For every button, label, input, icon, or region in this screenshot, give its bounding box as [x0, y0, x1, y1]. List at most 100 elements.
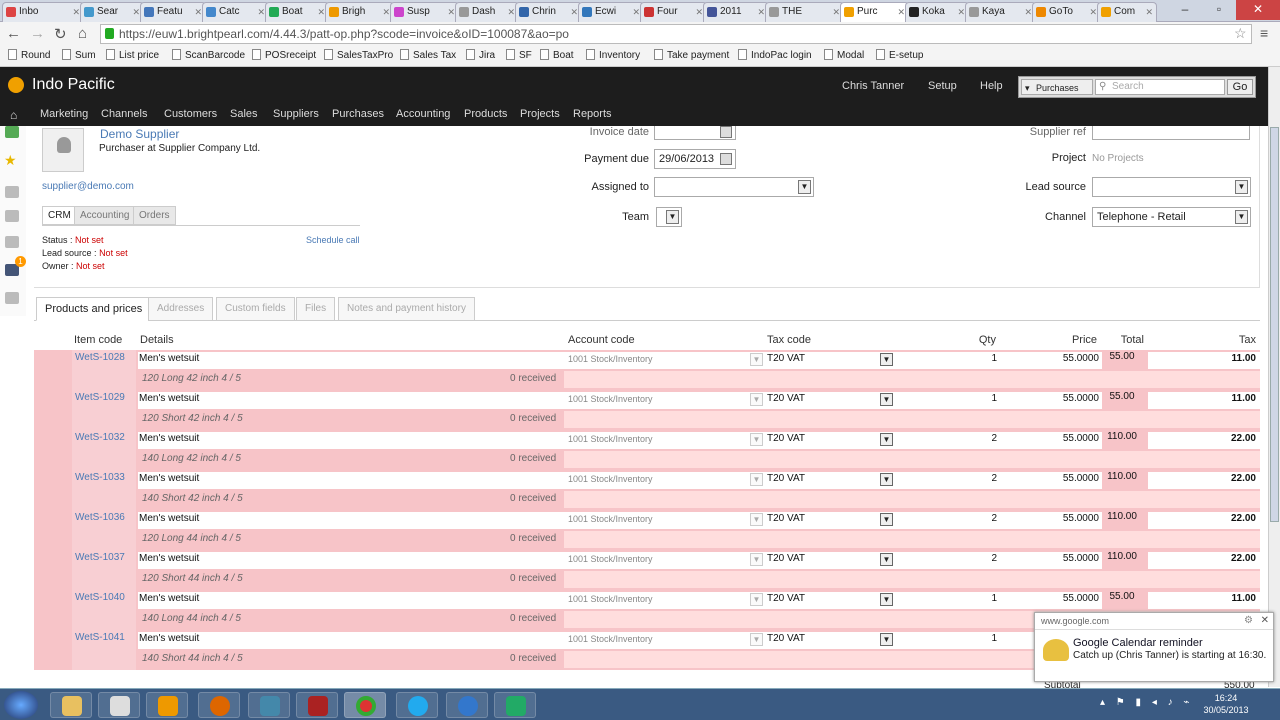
tab-close-icon[interactable]: ✕: [957, 3, 965, 21]
tab-close-icon[interactable]: ✕: [695, 3, 703, 21]
browser-tab[interactable]: Featu ✕: [140, 2, 206, 22]
tab-close-icon[interactable]: ✕: [382, 3, 390, 21]
qty-input[interactable]: 2: [898, 473, 997, 484]
setup-link[interactable]: Setup: [928, 80, 957, 92]
bookmark-star-icon[interactable]: ☆: [1234, 25, 1247, 42]
search-scope-select[interactable]: Purchases: [1021, 79, 1093, 96]
qty-input[interactable]: 1: [898, 633, 997, 644]
star-icon[interactable]: ★: [4, 152, 17, 169]
chevron-down-icon[interactable]: ▼: [750, 513, 763, 526]
price-input[interactable]: 55.0000: [1000, 393, 1099, 404]
taskbar-media[interactable]: [146, 692, 188, 718]
item-code-link[interactable]: WetS-1028: [75, 352, 125, 363]
tab-files[interactable]: Files: [296, 297, 336, 321]
chevron-down-icon[interactable]: ▼: [750, 433, 763, 446]
qty-input[interactable]: 2: [898, 513, 997, 524]
chevron-down-icon[interactable]: ▼: [880, 513, 893, 526]
taskbar-chrome[interactable]: [344, 692, 386, 718]
price-input[interactable]: 55.0000: [1000, 473, 1099, 484]
chevron-down-icon[interactable]: ▼: [880, 393, 893, 406]
tab-close-icon[interactable]: ✕: [570, 3, 578, 21]
account-code-select[interactable]: 1001 Stock/Inventory: [568, 474, 653, 484]
tax-code-select[interactable]: T20 VAT: [767, 473, 805, 484]
chevron-down-icon[interactable]: ▼: [750, 473, 763, 486]
bookmark-item[interactable]: Jira: [466, 49, 495, 61]
tab-close-icon[interactable]: ✕: [257, 3, 265, 21]
forward-icon[interactable]: →: [30, 25, 45, 42]
chevron-down-icon[interactable]: ▼: [880, 433, 893, 446]
tab-close-icon[interactable]: ✕: [447, 3, 455, 21]
item-code-link[interactable]: WetS-1032: [75, 432, 125, 443]
system-tray[interactable]: ▴ ⚑ ▮ ◂ ♪ ⌁: [1100, 697, 1193, 708]
taskbar-explorer[interactable]: [50, 692, 92, 718]
tab-close-icon[interactable]: ✕: [317, 3, 325, 21]
chevron-down-icon[interactable]: ▼: [880, 633, 893, 646]
account-code-select[interactable]: 1001 Stock/Inventory: [568, 594, 653, 604]
close-icon[interactable]: ✕: [1261, 615, 1269, 626]
browser-tab[interactable]: Inbo ✕: [2, 2, 84, 22]
calendar-notification[interactable]: www.google.com ⚙ ✕ Google Calendar remin…: [1034, 612, 1274, 682]
search-input[interactable]: ⚲ Search: [1095, 79, 1225, 95]
account-code-select[interactable]: 1001 Stock/Inventory: [568, 394, 653, 404]
nav-item-marketing[interactable]: Marketing: [40, 108, 88, 120]
qty-input[interactable]: 1: [898, 593, 997, 604]
browser-tab[interactable]: Catc ✕: [202, 2, 269, 22]
tax-code-select[interactable]: T20 VAT: [767, 353, 805, 364]
chevron-down-icon[interactable]: ▼: [750, 593, 763, 606]
back-icon[interactable]: ←: [6, 25, 21, 42]
tab-products-and-prices[interactable]: Products and prices: [36, 297, 152, 321]
bookmark-item[interactable]: Modal: [824, 49, 864, 61]
browser-tab[interactable]: Susp ✕: [390, 2, 459, 22]
tax-code-select[interactable]: T20 VAT: [767, 633, 805, 644]
help-link[interactable]: Help: [980, 80, 1003, 92]
home-icon[interactable]: ⌂: [78, 25, 87, 42]
tab-close-icon[interactable]: ✕: [72, 3, 80, 21]
browser-tab[interactable]: GoTo ✕: [1032, 2, 1101, 22]
document-icon[interactable]: [5, 292, 19, 304]
chevron-down-icon[interactable]: ▼: [750, 553, 763, 566]
bookmark-item[interactable]: Take payment: [654, 49, 729, 61]
tax-code-select[interactable]: T20 VAT: [767, 513, 805, 524]
tab-close-icon[interactable]: ✕: [1145, 3, 1153, 21]
subtab-crm[interactable]: CRM: [42, 206, 77, 225]
browser-tab[interactable]: Boat ✕: [265, 2, 329, 22]
account-code-select[interactable]: 1001 Stock/Inventory: [568, 514, 653, 524]
nav-item-projects[interactable]: Projects: [520, 108, 560, 120]
tax-code-select[interactable]: T20 VAT: [767, 433, 805, 444]
bookmark-item[interactable]: SF: [506, 49, 532, 61]
minimize-icon[interactable]: –: [1168, 0, 1202, 20]
cart-icon[interactable]: [5, 210, 19, 222]
browser-tab[interactable]: Koka ✕: [905, 2, 969, 22]
browser-tab[interactable]: Brigh ✕: [325, 2, 394, 22]
bookmark-item[interactable]: Sales Tax: [400, 49, 456, 61]
taskbar-network[interactable]: [248, 692, 290, 718]
browser-tab[interactable]: Dash ✕: [455, 2, 519, 22]
chevron-down-icon[interactable]: ▼: [750, 353, 763, 366]
browser-tab[interactable]: Four ✕: [640, 2, 707, 22]
details-input[interactable]: Men's wetsuit: [139, 553, 199, 564]
nav-item-reports[interactable]: Reports: [573, 108, 612, 120]
bookmark-item[interactable]: POSreceipt: [252, 49, 316, 61]
account-code-select[interactable]: 1001 Stock/Inventory: [568, 354, 653, 364]
chevron-down-icon[interactable]: ▼: [880, 593, 893, 606]
details-input[interactable]: Men's wetsuit: [139, 513, 199, 524]
page-scrollbar[interactable]: [1268, 67, 1280, 687]
bookmark-item[interactable]: ScanBarcode: [172, 49, 245, 61]
tab-close-icon[interactable]: ✕: [897, 3, 905, 21]
details-input[interactable]: Men's wetsuit: [139, 433, 199, 444]
item-code-link[interactable]: WetS-1037: [75, 552, 125, 563]
tab-close-icon[interactable]: ✕: [132, 3, 140, 21]
tab-close-icon[interactable]: ✕: [832, 3, 840, 21]
taskbar-notepad[interactable]: [98, 692, 140, 718]
bookmark-item[interactable]: Sum: [62, 49, 96, 61]
tab-close-icon[interactable]: ✕: [632, 3, 640, 21]
account-code-select[interactable]: 1001 Stock/Inventory: [568, 434, 653, 444]
chevron-down-icon[interactable]: ▼: [750, 633, 763, 646]
item-code-link[interactable]: WetS-1036: [75, 512, 125, 523]
chevron-down-icon[interactable]: ▼: [880, 553, 893, 566]
user-link[interactable]: Chris Tanner: [842, 80, 904, 92]
bookmark-item[interactable]: SalesTaxPro: [324, 49, 393, 61]
green-icon[interactable]: [5, 126, 19, 138]
browser-tab[interactable]: THE ✕: [765, 2, 844, 22]
browser-tab[interactable]: 2011 ✕: [703, 2, 769, 22]
